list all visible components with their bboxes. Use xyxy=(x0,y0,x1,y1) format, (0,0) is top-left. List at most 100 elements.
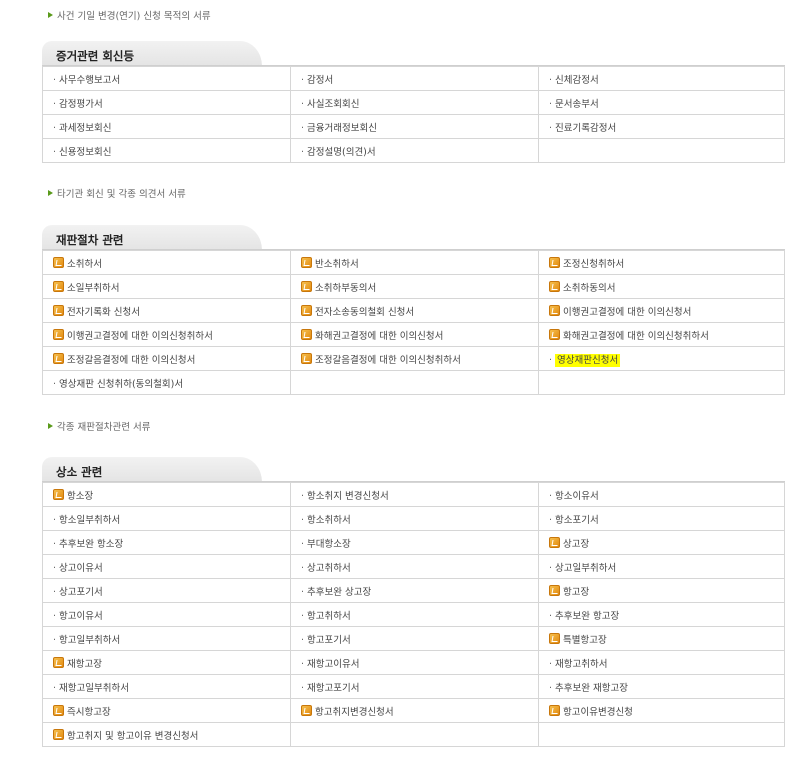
table-cell[interactable]: 항고장 xyxy=(538,578,785,603)
form-link[interactable]: 영상재판 신청취하(동의철회)서 xyxy=(59,379,183,390)
table-cell[interactable]: · 추후보완 항고장 xyxy=(538,602,785,627)
table-cell[interactable]: · 상고일부취하서 xyxy=(538,554,785,579)
table-cell[interactable]: · 상고취하서 xyxy=(290,554,539,579)
form-link[interactable]: 항고취하서 xyxy=(307,611,351,622)
form-link[interactable]: 진료기록감정서 xyxy=(555,123,616,134)
table-cell[interactable]: · 금융거래정보회신 xyxy=(290,114,539,139)
table-cell[interactable]: · 재항고포기서 xyxy=(290,674,539,699)
form-link[interactable]: 소취하동의서 xyxy=(563,283,615,294)
form-link[interactable]: 추후보완 항소장 xyxy=(59,539,123,550)
table-cell[interactable]: 상고장 xyxy=(538,530,785,555)
table-cell[interactable]: 특별항고장 xyxy=(538,626,785,651)
form-link[interactable]: 항고이유서 xyxy=(59,611,103,622)
table-cell[interactable]: 전자소송동의철회 신청서 xyxy=(290,298,539,323)
table-cell[interactable]: 소일부취하서 xyxy=(42,274,291,299)
form-link[interactable]: 신용정보회신 xyxy=(59,147,111,158)
table-cell[interactable]: · 감정설명(의견)서 xyxy=(290,138,539,163)
form-link[interactable]: 상고장 xyxy=(563,539,589,550)
form-link[interactable]: 문서송부서 xyxy=(555,99,599,110)
form-link[interactable]: 항고취지변경신청서 xyxy=(315,707,394,718)
form-link[interactable]: 상고일부취하서 xyxy=(555,563,616,574)
form-link[interactable]: 소취하부동의서 xyxy=(315,283,376,294)
table-cell[interactable]: · 감정서 xyxy=(290,66,539,91)
form-link[interactable]: 화해권고결정에 대한 이의신청취하서 xyxy=(563,331,709,342)
form-link[interactable]: 감정설명(의견)서 xyxy=(307,147,376,158)
table-cell[interactable]: · 신용정보회신 xyxy=(42,138,291,163)
form-link[interactable]: 재항고장 xyxy=(67,659,102,670)
form-link[interactable]: 신체감정서 xyxy=(555,75,599,86)
form-link[interactable]: 재항고포기서 xyxy=(307,683,359,694)
table-cell[interactable]: · 사무수행보고서 xyxy=(42,66,291,91)
form-link[interactable]: 특별항고장 xyxy=(563,635,607,646)
form-link[interactable]: 항고포기서 xyxy=(307,635,351,646)
table-cell[interactable]: · 항소취하서 xyxy=(290,506,539,531)
table-cell[interactable]: 즉시항고장 xyxy=(42,698,291,723)
table-cell[interactable]: 소취하서 xyxy=(42,250,291,275)
form-link[interactable]: 이행권고결정에 대한 이의신청취하서 xyxy=(67,331,213,342)
form-link[interactable]: 소취하서 xyxy=(67,259,102,270)
form-link[interactable]: 추후보완 상고장 xyxy=(307,587,371,598)
form-link[interactable]: 사무수행보고서 xyxy=(59,75,120,86)
table-cell[interactable]: · 재항고일부취하서 xyxy=(42,674,291,699)
table-cell[interactable]: · 상고이유서 xyxy=(42,554,291,579)
table-cell[interactable]: · 항고이유서 xyxy=(42,602,291,627)
table-cell[interactable]: 소취하부동의서 xyxy=(290,274,539,299)
form-link[interactable]: 재항고일부취하서 xyxy=(59,683,129,694)
table-cell[interactable]: · 추후보완 재항고장 xyxy=(538,674,785,699)
table-cell[interactable]: 조정갈음결정에 대한 이의신청취하서 xyxy=(290,346,539,371)
table-cell[interactable]: · 항소포기서 xyxy=(538,506,785,531)
form-link[interactable]: 항고이유변경신청 xyxy=(563,707,633,718)
table-cell[interactable]: 이행권고결정에 대한 이의신청서 xyxy=(538,298,785,323)
form-link[interactable]: 추후보완 항고장 xyxy=(555,611,619,622)
table-cell[interactable]: 항고취지 및 항고이유 변경신청서 xyxy=(42,722,291,747)
table-cell[interactable]: · 항고일부취하서 xyxy=(42,626,291,651)
form-link[interactable]: 항소일부취하서 xyxy=(59,515,120,526)
form-link[interactable]: 감정서 xyxy=(307,75,333,86)
table-cell[interactable]: 이행권고결정에 대한 이의신청취하서 xyxy=(42,322,291,347)
form-link[interactable]: 과세정보회신 xyxy=(59,123,111,134)
form-link[interactable]: 부대항소장 xyxy=(307,539,351,550)
form-link[interactable]: 항고장 xyxy=(563,587,589,598)
table-cell[interactable]: · 재항고이유서 xyxy=(290,650,539,675)
form-link[interactable]: 이행권고결정에 대한 이의신청서 xyxy=(563,307,691,318)
form-link[interactable]: 금융거래정보회신 xyxy=(307,123,377,134)
form-link[interactable]: 영상재판신청서 xyxy=(555,353,621,367)
form-link[interactable]: 항소이유서 xyxy=(555,491,599,502)
table-cell[interactable]: · 과세정보회신 xyxy=(42,114,291,139)
table-cell[interactable]: · 항소일부취하서 xyxy=(42,506,291,531)
form-link[interactable]: 추후보완 재항고장 xyxy=(555,683,628,694)
form-link[interactable]: 조정갈음결정에 대한 이의신청서 xyxy=(67,355,195,366)
table-cell[interactable]: · 상고포기서 xyxy=(42,578,291,603)
form-link[interactable]: 재항고이유서 xyxy=(307,659,359,670)
form-link[interactable]: 반소취하서 xyxy=(315,259,359,270)
table-cell[interactable]: · 부대항소장 xyxy=(290,530,539,555)
form-link[interactable]: 상고취하서 xyxy=(307,563,351,574)
form-link[interactable]: 조정갈음결정에 대한 이의신청취하서 xyxy=(315,355,461,366)
table-cell[interactable]: · 영상재판 신청취하(동의철회)서 xyxy=(42,370,291,395)
form-link[interactable]: 화해권고결정에 대한 이의신청서 xyxy=(315,331,443,342)
form-link[interactable]: 항소취하서 xyxy=(307,515,351,526)
table-cell[interactable]: · 영상재판신청서 xyxy=(538,346,785,371)
table-cell[interactable]: · 문서송부서 xyxy=(538,90,785,115)
table-cell[interactable]: · 항소취지 변경신청서 xyxy=(290,482,539,507)
table-cell[interactable]: · 항소이유서 xyxy=(538,482,785,507)
table-cell[interactable]: · 진료기록감정서 xyxy=(538,114,785,139)
table-cell[interactable]: 항고취지변경신청서 xyxy=(290,698,539,723)
table-cell[interactable]: 조정갈음결정에 대한 이의신청서 xyxy=(42,346,291,371)
table-cell[interactable]: · 감정평가서 xyxy=(42,90,291,115)
form-link[interactable]: 항고일부취하서 xyxy=(59,635,120,646)
table-cell[interactable]: 항소장 xyxy=(42,482,291,507)
form-link[interactable]: 사실조회회신 xyxy=(307,99,359,110)
table-cell[interactable]: 소취하동의서 xyxy=(538,274,785,299)
form-link[interactable]: 감정평가서 xyxy=(59,99,103,110)
table-cell[interactable]: · 추후보완 항소장 xyxy=(42,530,291,555)
table-cell[interactable]: 조정신청취하서 xyxy=(538,250,785,275)
table-cell[interactable]: · 항고포기서 xyxy=(290,626,539,651)
form-link[interactable]: 항소장 xyxy=(67,491,93,502)
table-cell[interactable]: · 항고취하서 xyxy=(290,602,539,627)
form-link[interactable]: 즉시항고장 xyxy=(67,707,111,718)
form-link[interactable]: 항고취지 및 항고이유 변경신청서 xyxy=(67,731,198,742)
form-link[interactable]: 상고포기서 xyxy=(59,587,103,598)
form-link[interactable]: 전자소송동의철회 신청서 xyxy=(315,307,414,318)
table-cell[interactable]: 전자기록화 신청서 xyxy=(42,298,291,323)
